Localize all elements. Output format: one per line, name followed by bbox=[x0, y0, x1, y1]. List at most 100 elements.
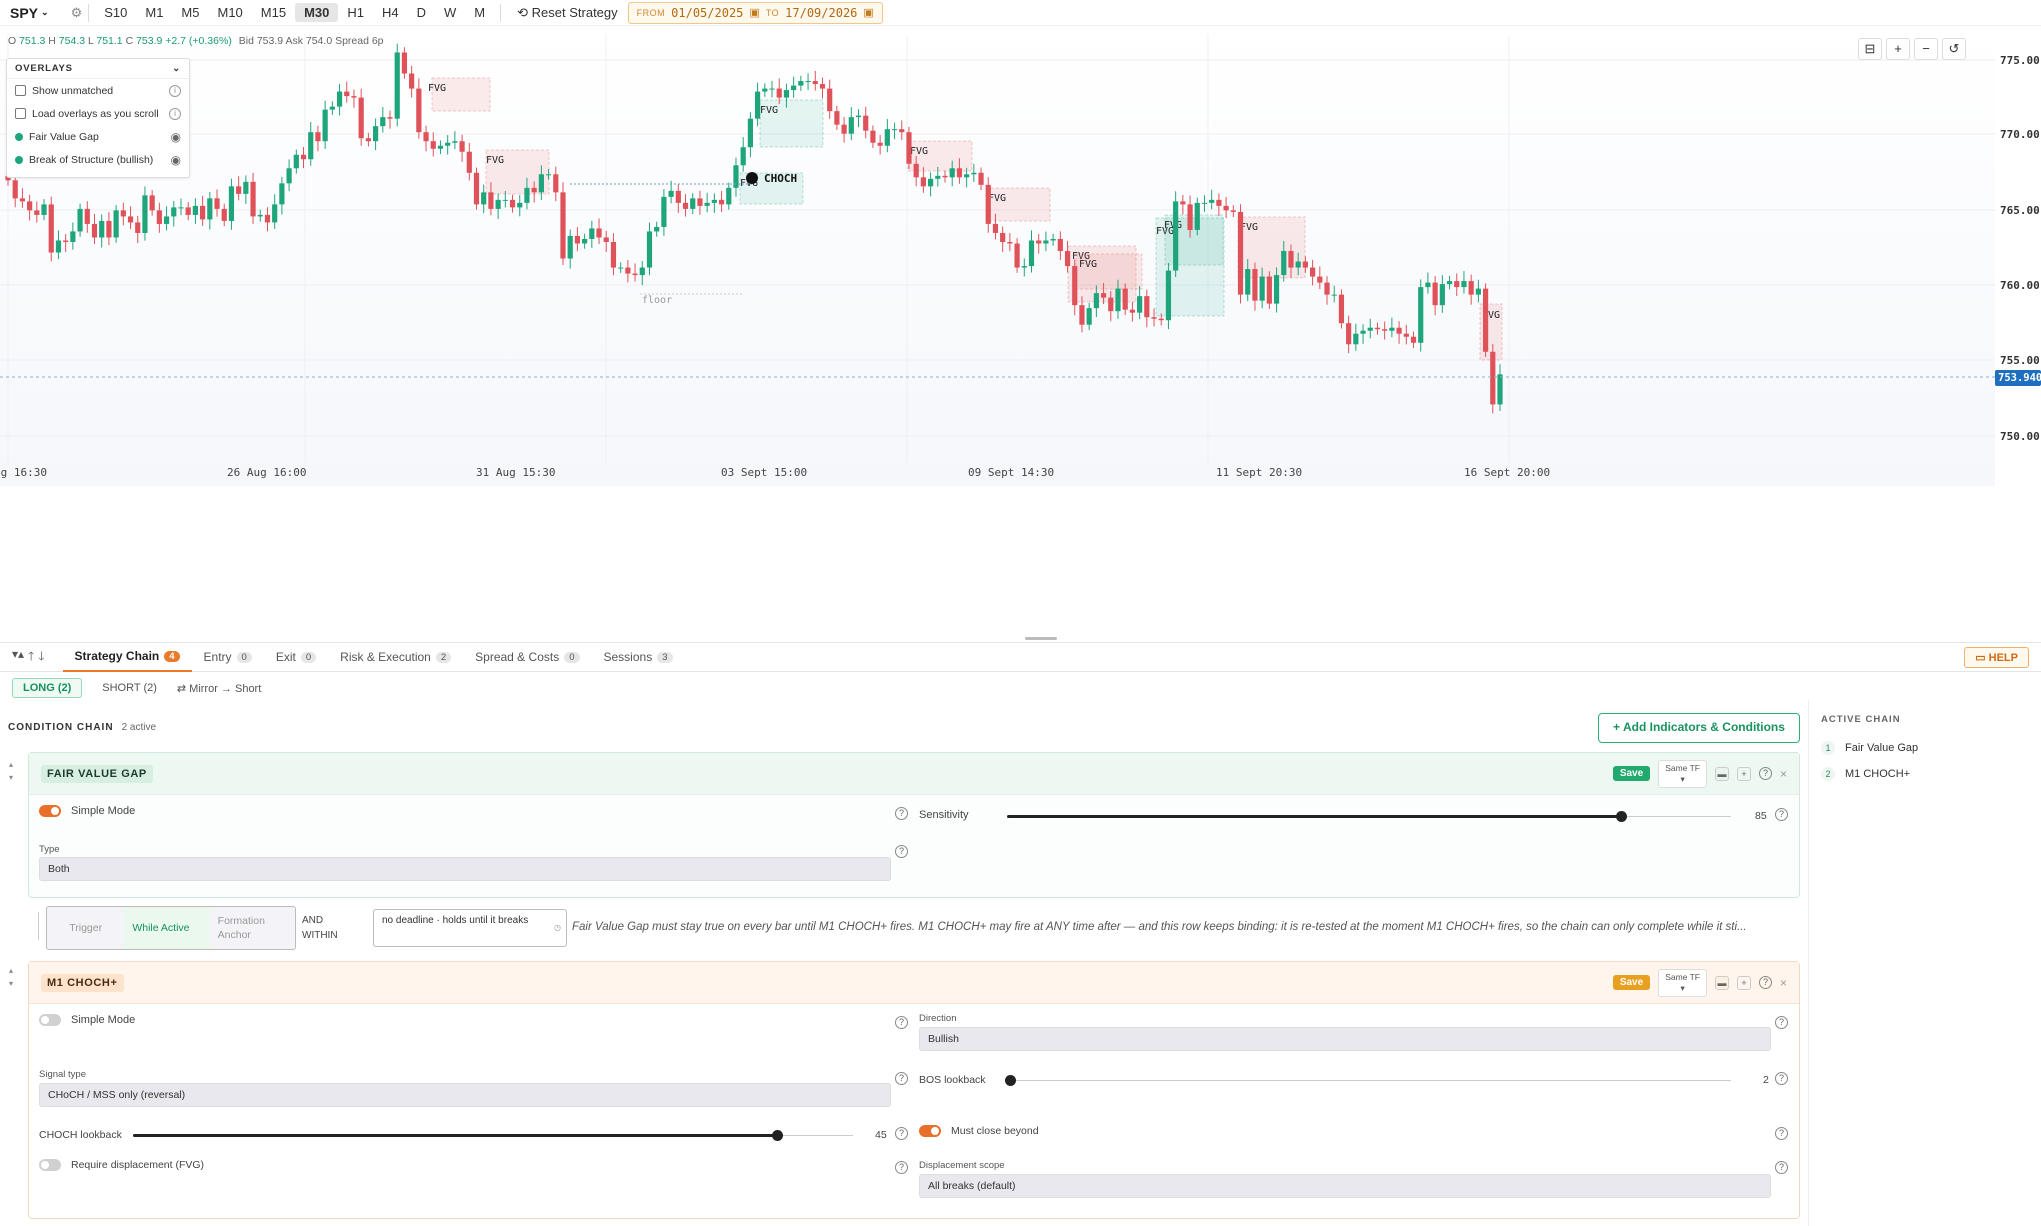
long-tab[interactable]: LONG (2) bbox=[12, 678, 83, 698]
choch-lookback-slider[interactable] bbox=[133, 1130, 853, 1141]
tab-sessions[interactable]: Sessions 3 bbox=[592, 642, 685, 672]
calendar-icon[interactable]: ▣ bbox=[749, 6, 759, 19]
from-date[interactable]: 01/05/2025 bbox=[671, 6, 743, 20]
help-icon[interactable]: ? bbox=[1758, 767, 1772, 780]
load-scroll-row[interactable]: Load overlays as you scroll i bbox=[7, 102, 189, 125]
reset-view-button[interactable]: ↺ bbox=[1942, 38, 1966, 60]
require-displacement-toggle[interactable] bbox=[39, 1159, 61, 1171]
same-tf-select[interactable]: Same TF ▾ bbox=[1658, 759, 1707, 788]
color-icon[interactable]: ▬ bbox=[1714, 975, 1729, 990]
active-chain-item[interactable]: 2 M1 CHOCH+ bbox=[1821, 761, 2029, 787]
tf-d[interactable]: D bbox=[408, 3, 435, 22]
formation-anchor-option[interactable]: Formation Anchor bbox=[210, 907, 295, 949]
bos-lookback-slider[interactable] bbox=[1005, 1075, 1731, 1086]
zoom-out-button[interactable]: − bbox=[1914, 38, 1938, 60]
save-button[interactable]: Save bbox=[1612, 766, 1651, 781]
reset-strategy-button[interactable]: ⟲ Reset Strategy bbox=[507, 5, 628, 21]
help-icon[interactable]: ? bbox=[895, 845, 908, 858]
settings-icon[interactable]: ⚙ bbox=[71, 5, 83, 21]
simple-mode-toggle[interactable] bbox=[39, 1014, 61, 1026]
close-icon[interactable]: × bbox=[1780, 976, 1787, 990]
chevron-down-icon[interactable]: ⌄ bbox=[172, 63, 181, 74]
tf-m1[interactable]: M1 bbox=[136, 3, 172, 22]
tf-w[interactable]: W bbox=[435, 3, 465, 22]
tab-strategy-chain[interactable]: Strategy Chain 4 bbox=[62, 642, 192, 672]
save-button[interactable]: Save bbox=[1612, 975, 1651, 990]
help-icon[interactable]: ? bbox=[895, 1161, 908, 1174]
help-icon[interactable]: ? bbox=[895, 1016, 908, 1029]
slider-knob[interactable] bbox=[1616, 811, 1627, 822]
tf-h4[interactable]: H4 bbox=[373, 3, 408, 22]
direction-select[interactable]: Bullish bbox=[919, 1027, 1771, 1051]
candle-body bbox=[394, 52, 400, 119]
slider-knob[interactable] bbox=[1005, 1075, 1016, 1086]
overlay-fvg-row[interactable]: Fair Value Gap ◉ bbox=[7, 125, 189, 148]
to-date[interactable]: 17/09/2026 bbox=[785, 6, 857, 20]
help-icon[interactable]: ? bbox=[1775, 1127, 1788, 1140]
color-icon[interactable]: ▬ bbox=[1714, 766, 1729, 781]
tf-h1[interactable]: H1 bbox=[338, 3, 373, 22]
sensitivity-slider[interactable] bbox=[1007, 811, 1731, 822]
load-scroll-checkbox[interactable] bbox=[15, 108, 26, 119]
slider-knob[interactable] bbox=[772, 1130, 783, 1141]
while-active-option[interactable]: While Active bbox=[124, 907, 210, 949]
symbol-selector[interactable]: SPY ⌄ bbox=[10, 5, 49, 21]
price-chart[interactable]: 775.00 770.00 765.00 760.00 755.00 750.00 ug 1… bbox=[0, 26, 2041, 638]
tf-m5[interactable]: M5 bbox=[172, 3, 208, 22]
info-icon[interactable]: i bbox=[169, 107, 181, 120]
mirror-button[interactable]: ⇄ Mirror → Short bbox=[177, 682, 261, 695]
show-unmatched-checkbox[interactable] bbox=[15, 85, 26, 96]
calendar-icon[interactable]: ▣ bbox=[863, 6, 873, 19]
tab-risk[interactable]: Risk & Execution 2 bbox=[328, 642, 463, 672]
short-tab[interactable]: SHORT (2) bbox=[92, 679, 167, 697]
move-down-icon[interactable]: ▾ bbox=[9, 771, 13, 784]
active-chain-item[interactable]: 1 Fair Value Gap bbox=[1821, 735, 2029, 761]
help-icon[interactable]: ? bbox=[895, 807, 908, 820]
show-unmatched-row[interactable]: Show unmatched i bbox=[7, 79, 189, 102]
help-icon[interactable]: ? bbox=[1775, 1161, 1788, 1174]
tf-s10[interactable]: S10 bbox=[95, 3, 136, 22]
eye-icon[interactable]: ◉ bbox=[171, 153, 181, 167]
add-indicators-button[interactable]: + Add Indicators & Conditions bbox=[1598, 713, 1800, 743]
help-icon[interactable]: ? bbox=[895, 1127, 908, 1140]
tf-m30[interactable]: M30 bbox=[295, 3, 339, 22]
arrow-down-icon[interactable]: 🡓 bbox=[38, 647, 44, 668]
signal-type-select[interactable]: CHoCH / MSS only (reversal) bbox=[39, 1083, 891, 1107]
tab-entry[interactable]: Entry 0 bbox=[192, 642, 264, 672]
help-icon[interactable]: ? bbox=[1775, 1016, 1788, 1029]
layout-icon[interactable]: ⊟ bbox=[1858, 38, 1882, 60]
collapse-icon[interactable]: ▾▴ bbox=[12, 647, 24, 668]
zoom-in-button[interactable]: + bbox=[1886, 38, 1910, 60]
help-icon[interactable]: ? bbox=[895, 1072, 908, 1085]
arrow-up-icon[interactable]: 🡑 bbox=[28, 647, 34, 668]
tf-m10[interactable]: M10 bbox=[208, 3, 251, 22]
deadline-select[interactable]: no deadline · holds until it breaks ◷ bbox=[373, 909, 567, 947]
move-up-icon[interactable]: ▴ bbox=[9, 758, 13, 771]
add-icon[interactable]: + bbox=[1736, 766, 1751, 781]
help-icon[interactable]: ? bbox=[1775, 1072, 1788, 1085]
tf-mn[interactable]: M bbox=[465, 3, 494, 22]
help-button[interactable]: ▭ HELP bbox=[1964, 647, 2029, 668]
tab-spread[interactable]: Spread & Costs 0 bbox=[463, 642, 591, 672]
simple-mode-toggle[interactable] bbox=[39, 805, 61, 817]
overlay-bos-row[interactable]: Break of Structure (bullish) ◉ bbox=[7, 148, 189, 171]
must-close-toggle[interactable] bbox=[919, 1125, 941, 1137]
move-up-icon[interactable]: ▴ bbox=[9, 964, 13, 977]
help-icon[interactable]: ? bbox=[1758, 976, 1772, 989]
eye-icon[interactable]: ◉ bbox=[171, 130, 181, 144]
close-icon[interactable]: × bbox=[1780, 767, 1787, 781]
tab-exit[interactable]: Exit 0 bbox=[264, 642, 328, 672]
help-icon[interactable]: ? bbox=[1775, 808, 1788, 821]
candle-body bbox=[747, 118, 753, 148]
trigger-option[interactable]: Trigger bbox=[47, 907, 124, 949]
type-select[interactable]: Both bbox=[39, 857, 891, 881]
panel-resize-handle[interactable] bbox=[1025, 637, 1057, 640]
tf-m15[interactable]: M15 bbox=[252, 3, 295, 22]
add-icon[interactable]: + bbox=[1736, 975, 1751, 990]
link-mode-segment[interactable]: Trigger While Active Formation Anchor bbox=[46, 906, 296, 950]
info-icon[interactable]: i bbox=[169, 84, 181, 97]
date-range[interactable]: FROM 01/05/2025 ▣ TO 17/09/2026 ▣ bbox=[627, 1, 883, 24]
displacement-scope-select[interactable]: All breaks (default) bbox=[919, 1174, 1771, 1198]
move-down-icon[interactable]: ▾ bbox=[9, 977, 13, 990]
same-tf-select[interactable]: Same TF ▾ bbox=[1658, 968, 1707, 997]
